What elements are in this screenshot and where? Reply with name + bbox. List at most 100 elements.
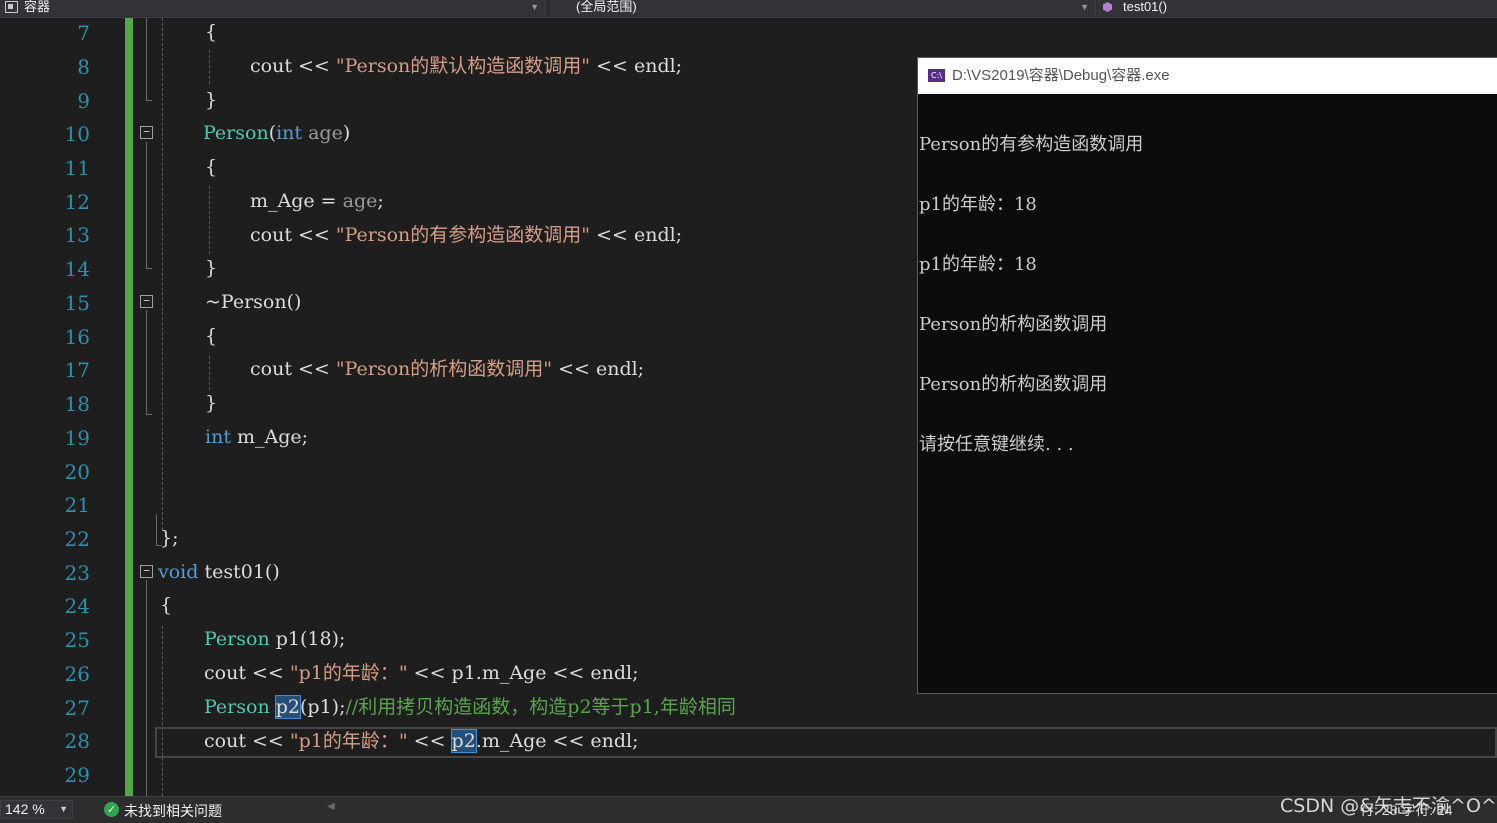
code-line-14[interactable]: } (205, 251, 217, 285)
code-token: } (205, 257, 218, 279)
line-number: 23 (64, 561, 90, 585)
code-token: << endl; (590, 55, 683, 77)
outline-guide (156, 514, 157, 546)
console-window[interactable]: C:\ D:\VS2019\容器\Debug\容器.exe Person的有参构… (917, 57, 1497, 694)
outline-guide (146, 414, 152, 415)
code-line-15[interactable]: ~Person() (205, 285, 301, 319)
zoom-level: 142 % (5, 801, 45, 817)
code-line-13[interactable]: cout << "Person的有参构造函数调用" << endl; (250, 218, 682, 252)
code-line-19[interactable]: int m_Age; (205, 420, 308, 454)
type-name: Person (204, 696, 270, 718)
outline-guide (146, 142, 147, 268)
line-number: 24 (64, 594, 90, 618)
code-token: cout << (250, 224, 336, 246)
line-number: 22 (64, 527, 90, 551)
scope-dropdown[interactable]: (全局范围) ▼ (550, 0, 1096, 16)
line-number: 8 (77, 55, 90, 79)
type-name: Person (204, 628, 270, 650)
line-number: 10 (64, 122, 90, 146)
code-token: cout << (204, 662, 290, 684)
code-line-27[interactable]: Person p2(p1);//利用拷贝构造函数，构造p2等于p1,年龄相同 (204, 690, 736, 724)
keyword: int (205, 426, 231, 448)
indent-guide (209, 356, 210, 390)
code-token: { (160, 594, 173, 616)
code-token: << endl; (552, 358, 645, 380)
console-title: D:\VS2019\容器\Debug\容器.exe (952, 67, 1170, 84)
collapse-toggle[interactable]: − (140, 295, 153, 308)
zoom-dropdown[interactable]: 142 % ▼ (0, 800, 73, 819)
console-line: p1的年龄：18 (919, 194, 1037, 215)
outline-guide (146, 310, 147, 414)
code-line-11[interactable]: { (205, 150, 217, 184)
string-literal: "Person的默认构造函数调用" (335, 55, 591, 77)
line-number: 12 (64, 190, 90, 214)
console-output: Person的有参构造函数调用 p1的年龄：18 p1的年龄：18 Person… (919, 95, 1479, 495)
code-token: } (205, 392, 218, 414)
code-comment: //利用拷贝构造函数，构造p2等于p1,年龄相同 (345, 696, 736, 718)
console-line: Person的有参构造函数调用 (919, 134, 1144, 155)
scope-name: (全局范围) (576, 0, 637, 14)
line-number: 14 (64, 257, 90, 281)
chevron-down-icon: ▼ (59, 804, 68, 814)
code-line-18[interactable]: } (205, 386, 217, 420)
code-line-28[interactable]: cout << "p1的年龄：" << p2.m_Age << endl; (204, 724, 639, 758)
code-token: (p1); (300, 696, 346, 718)
code-line-17[interactable]: cout << "Person的析构函数调用" << endl; (250, 352, 644, 386)
line-number: 9 (77, 89, 90, 113)
issues-status[interactable]: 未找到相关问题 (124, 801, 222, 821)
console-app-icon: C:\ (928, 69, 945, 82)
indent-guide (209, 50, 210, 84)
check-circle-icon[interactable]: ✓ (104, 802, 119, 817)
console-title-bar[interactable]: C:\ D:\VS2019\容器\Debug\容器.exe (918, 58, 1497, 94)
chevron-down-icon: ▼ (530, 2, 539, 12)
code-line-25[interactable]: Person p1(18); (204, 622, 345, 656)
code-line-16[interactable]: { (205, 319, 217, 353)
navigation-bar: 容器 ▼ (全局范围) ▼ test01() (0, 0, 1497, 18)
code-token: }; (160, 527, 179, 549)
console-line: Person的析构函数调用 (919, 314, 1108, 335)
code-token: << p1.m_Age << endl; (407, 662, 639, 684)
code-line-8[interactable]: cout << "Person的默认构造函数调用" << endl; (250, 49, 682, 83)
code-token: m_Age = (250, 190, 343, 212)
code-token: cout << (250, 358, 336, 380)
code-token: m_Age; (230, 426, 309, 448)
project-dropdown[interactable]: 容器 ▼ (0, 0, 546, 16)
destructor-name: ~Person() (205, 291, 302, 313)
watermark: CSDN @&矢志不渝^O^ (1280, 795, 1497, 817)
code-token: } (205, 89, 218, 111)
collapse-toggle[interactable]: − (140, 565, 153, 578)
code-line-22[interactable]: }; (160, 521, 179, 555)
console-line: Person的析构函数调用 (919, 374, 1108, 395)
line-number: 20 (64, 460, 90, 484)
code-line-26[interactable]: cout << "p1的年龄：" << p1.m_Age << endl; (204, 656, 639, 690)
line-number: 7 (77, 21, 90, 45)
line-number: 16 (64, 325, 90, 349)
method-icon (1103, 2, 1112, 12)
code-token: cout << (204, 730, 290, 752)
code-line-24[interactable]: { (160, 588, 172, 622)
line-number: 11 (64, 156, 90, 180)
line-number: 21 (64, 493, 90, 517)
indent-guide (209, 186, 210, 254)
line-number: 18 (64, 392, 90, 416)
chevron-down-icon: ▼ (1080, 2, 1089, 12)
code-line-7[interactable]: { (205, 15, 217, 49)
code-token: { (205, 156, 218, 178)
code-line-10[interactable]: Person(int age) (203, 116, 350, 150)
code-line-23[interactable]: void test01() (158, 555, 280, 589)
code-token: p1(18); (269, 628, 346, 650)
code-token: .m_Age << endl; (475, 730, 639, 752)
string-literal: "Person的析构函数调用" (335, 358, 553, 380)
collapse-toggle[interactable]: − (140, 126, 153, 139)
code-line-9[interactable]: } (205, 83, 217, 117)
code-line-12[interactable]: m_Age = age; (250, 184, 384, 218)
line-number: 28 (64, 729, 90, 753)
member-name: test01() (1123, 0, 1168, 14)
change-tracking-bar (125, 18, 133, 796)
string-literal: "p1的年龄：" (289, 730, 408, 752)
line-number: 15 (64, 291, 90, 315)
scroll-left-icon[interactable]: ◀ (327, 801, 335, 812)
line-number: 26 (64, 662, 90, 686)
member-dropdown[interactable]: test01() (1097, 0, 1497, 16)
